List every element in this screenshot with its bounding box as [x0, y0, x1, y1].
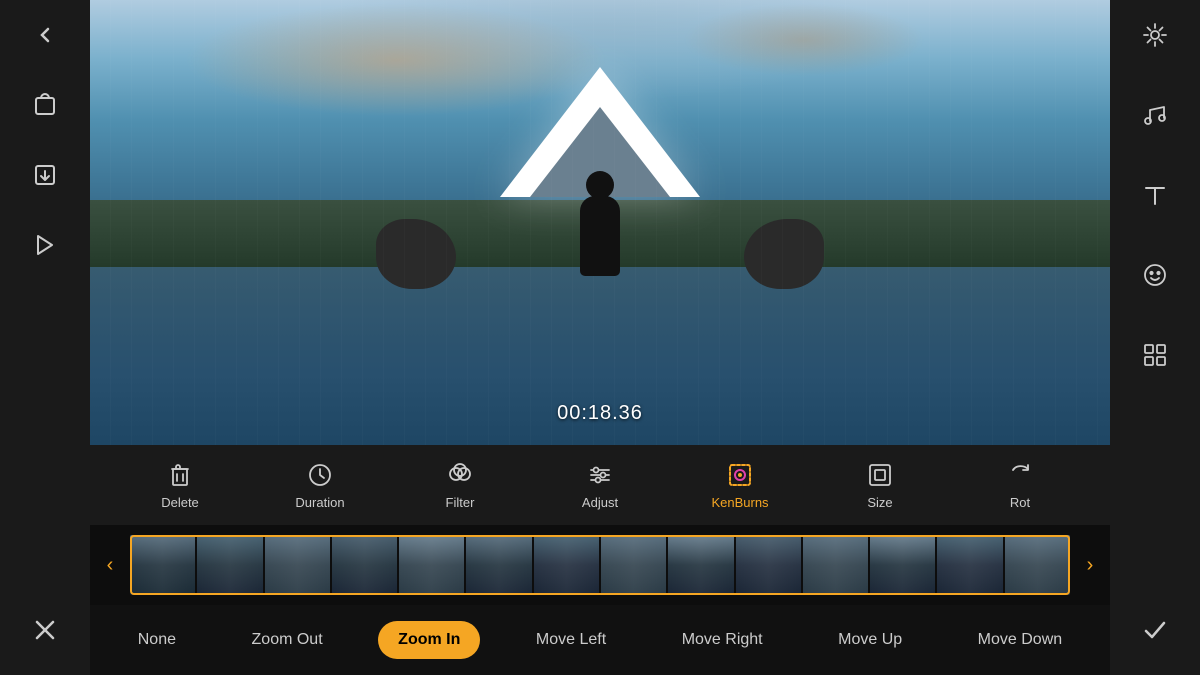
frame-1 — [130, 535, 195, 595]
close-button[interactable] — [20, 605, 70, 655]
toolbar-kenburns[interactable]: KenBurns — [705, 461, 775, 510]
play-button[interactable] — [20, 220, 70, 270]
frame-3 — [265, 535, 330, 595]
option-none[interactable]: None — [118, 621, 196, 659]
person-silhouette — [580, 196, 620, 276]
magic-button[interactable] — [1130, 10, 1180, 60]
adjust-label: Adjust — [582, 495, 618, 510]
video-preview: 00:18.36 — [90, 0, 1110, 445]
toolbar-adjust[interactable]: Adjust — [565, 461, 635, 510]
duration-icon — [306, 461, 334, 489]
frame-10 — [736, 535, 801, 595]
timeline-track[interactable] — [130, 535, 1070, 595]
adjust-icon — [586, 461, 614, 489]
rot-icon — [1006, 461, 1034, 489]
left-sidebar — [0, 0, 90, 675]
frame-7 — [534, 535, 599, 595]
toolbar-rot[interactable]: Rot — [985, 461, 1055, 510]
emoji-button[interactable] — [1130, 250, 1180, 300]
download-button[interactable] — [20, 150, 70, 200]
bottom-toolbar: Delete Duration Filter — [90, 445, 1110, 525]
layout-button[interactable] — [1130, 330, 1180, 380]
frame-6 — [466, 535, 531, 595]
options-bar: None Zoom Out Zoom In Move Left Move Rig… — [90, 605, 1110, 675]
video-timestamp: 00:18.36 — [557, 402, 643, 425]
delete-icon — [166, 461, 194, 489]
text-button[interactable] — [1130, 170, 1180, 220]
filter-label: Filter — [446, 495, 475, 510]
kenburns-label: KenBurns — [711, 495, 768, 510]
kenburns-icon — [726, 461, 754, 489]
frame-13 — [937, 535, 1002, 595]
timeline-frames — [130, 535, 1070, 595]
toolbar-size[interactable]: Size — [845, 461, 915, 510]
frame-5 — [399, 535, 464, 595]
bag-button[interactable] — [20, 80, 70, 130]
size-icon — [866, 461, 894, 489]
duration-label: Duration — [295, 495, 344, 510]
option-move-left[interactable]: Move Left — [516, 621, 626, 659]
back-button[interactable] — [20, 10, 70, 60]
frame-14 — [1005, 535, 1070, 595]
frame-2 — [197, 535, 262, 595]
delete-label: Delete — [161, 495, 199, 510]
frame-4 — [332, 535, 397, 595]
rot-label: Rot — [1010, 495, 1030, 510]
timeline-next[interactable]: › — [1070, 554, 1110, 577]
toolbar-delete[interactable]: Delete — [145, 461, 215, 510]
option-move-down[interactable]: Move Down — [958, 621, 1082, 659]
filter-icon — [446, 461, 474, 489]
check-button[interactable] — [1130, 605, 1180, 655]
frame-12 — [870, 535, 935, 595]
music-button[interactable] — [1130, 90, 1180, 140]
option-move-right[interactable]: Move Right — [662, 621, 783, 659]
toolbar-duration[interactable]: Duration — [285, 461, 355, 510]
timeline-prev[interactable]: ‹ — [90, 554, 130, 577]
option-zoom-in[interactable]: Zoom In — [378, 621, 480, 659]
right-sidebar — [1110, 0, 1200, 675]
size-label: Size — [867, 495, 892, 510]
option-move-up[interactable]: Move Up — [818, 621, 922, 659]
frame-9 — [668, 535, 733, 595]
option-zoom-out[interactable]: Zoom Out — [232, 621, 343, 659]
timeline-area: ‹ › — [90, 525, 1110, 605]
toolbar-filter[interactable]: Filter — [425, 461, 495, 510]
frame-11 — [803, 535, 868, 595]
frame-8 — [601, 535, 666, 595]
main-area: 00:18.36 Delete — [90, 0, 1110, 675]
